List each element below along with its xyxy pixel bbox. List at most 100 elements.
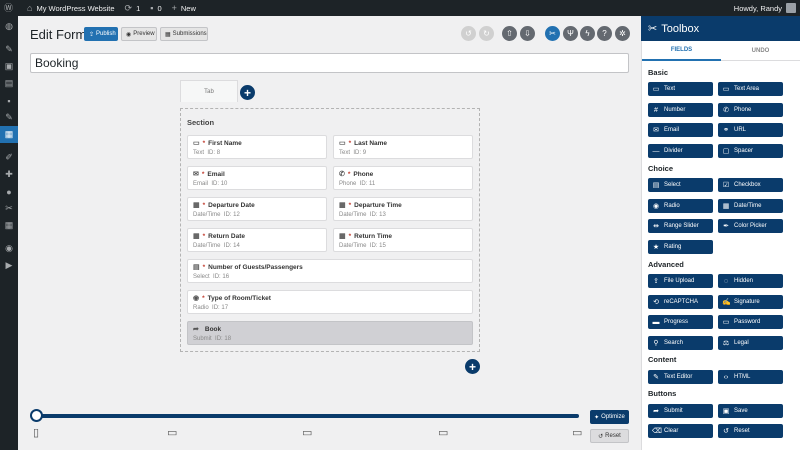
gear-icon[interactable]: ✲ <box>615 26 630 41</box>
appearance-icon[interactable]: ✐ <box>0 149 18 166</box>
tool-text[interactable]: ▭ Text <box>648 82 713 96</box>
plugins-icon[interactable]: ✚ <box>0 166 18 183</box>
tab-item[interactable]: Tab <box>180 80 238 102</box>
tool-spacer[interactable]: ▢ Spacer <box>718 144 783 158</box>
form-name-input[interactable]: Booking <box>30 53 629 73</box>
tool-reset[interactable]: ↺ Reset <box>718 424 783 438</box>
field-departure-date[interactable]: ▦ * Departure Date Date/Time ID: 12 <box>187 197 327 221</box>
field-email[interactable]: ✉ * Email Email ID: 10 <box>187 166 327 190</box>
comments-icon[interactable]: ▪ <box>0 92 18 109</box>
help-icon[interactable]: ? <box>597 26 612 41</box>
reset-width-button[interactable]: ↺ Reset <box>590 429 629 443</box>
tab-undo[interactable]: UNDO <box>721 41 800 61</box>
forms-icon[interactable]: ▦ <box>0 126 18 143</box>
site-name-link[interactable]: ⌂ My WordPress Website <box>27 3 115 13</box>
phone-icon: ✆ <box>723 107 729 114</box>
tool-html[interactable]: ‹› HTML <box>718 370 783 384</box>
upload-icon: ⇪ <box>653 278 659 285</box>
radio-icon: ◉ <box>652 203 660 210</box>
comments-link[interactable]: ▪ 0 <box>150 3 161 13</box>
play-icon[interactable]: ▶ <box>0 257 18 274</box>
tool-save[interactable]: ▣ Save <box>718 404 783 418</box>
add-section-button[interactable]: + <box>465 359 480 374</box>
tool-hidden[interactable]: ◌ Hidden <box>718 274 783 288</box>
tool-number[interactable]: # Number <box>648 103 713 117</box>
tool-select[interactable]: ▤ Select <box>648 178 713 192</box>
admin-side-menu: ◍ ✎ ▣ ▤ ▪ ✎ ▦ ✐ ✚ ● ✂ ▦ ◉ ▶ <box>0 16 18 450</box>
tool-text-area[interactable]: ▭ Text Area <box>718 82 783 96</box>
field-first-name[interactable]: ▭ * First Name Text ID: 8 <box>187 135 327 159</box>
tool-recaptcha[interactable]: ⟲ reCAPTCHA <box>648 295 713 309</box>
field-number-of-guests[interactable]: ▤ * Number of Guests/Passengers Select ID:… <box>187 259 473 283</box>
fork-icon[interactable]: Ψ <box>563 26 578 41</box>
pin-icon[interactable]: ✎ <box>0 109 18 126</box>
dashboard-icon[interactable]: ◍ <box>0 18 18 35</box>
eraser-icon: ⌫ <box>652 428 662 435</box>
laptop-icon[interactable]: ▭ <box>302 428 312 439</box>
group-buttons: Buttons <box>648 389 677 398</box>
field-book-submit[interactable]: ➦ Book Submit ID: 18 <box>187 321 473 345</box>
users-icon[interactable]: ● <box>0 183 18 200</box>
width-slider-handle[interactable] <box>30 409 43 422</box>
settings-icon[interactable]: ▦ <box>0 217 18 234</box>
tool-url[interactable]: ⚭ URL <box>718 123 783 137</box>
tool-rating[interactable]: ★ Rating <box>648 240 713 254</box>
tool-file-upload[interactable]: ⇪ File Upload <box>648 274 713 288</box>
account-menu[interactable]: Howdy, Randy <box>734 3 796 13</box>
envelope-icon: ✉ <box>193 171 199 178</box>
tool-phone[interactable]: ✆ Phone <box>718 103 783 117</box>
submissions-button[interactable]: ▦ Submissions <box>160 27 208 41</box>
tab-fields[interactable]: FIELDS <box>642 41 721 61</box>
download-icon[interactable]: ⇩ <box>520 26 535 41</box>
tool-legal[interactable]: ⚖ Legal <box>718 336 783 350</box>
tool-checkbox[interactable]: ☑ Checkbox <box>718 178 783 192</box>
tool-progress[interactable]: ▬ Progress <box>648 315 713 329</box>
mobile-icon[interactable]: ▯ <box>33 428 39 439</box>
desktop-icon[interactable]: ▭ <box>438 428 448 439</box>
field-return-date[interactable]: ▦ * Return Date Date/Time ID: 14 <box>187 228 327 252</box>
wp-logo-button[interactable]: Ⓦ <box>4 3 17 13</box>
publish-button[interactable]: ⇪ Publish <box>84 27 118 41</box>
updates-link[interactable]: ⟳ 1 <box>125 3 141 13</box>
group-content: Content <box>648 355 677 364</box>
new-content-link[interactable]: + New <box>172 3 196 13</box>
envelope-icon: ✉ <box>653 127 659 134</box>
field-last-name[interactable]: ▭ * Last Name Text ID: 9 <box>333 135 473 159</box>
field-type-of-room[interactable]: ◉ * Type of Room/Ticket Radio ID: 17 <box>187 290 473 314</box>
upload-icon[interactable]: ⇧ <box>502 26 517 41</box>
tool-color-picker[interactable]: ✒ Color Picker <box>718 219 783 233</box>
tool-email[interactable]: ✉ Email <box>648 123 713 137</box>
tool-password[interactable]: ▭ Password <box>718 315 783 329</box>
slider-icon: ⇹ <box>653 223 659 230</box>
tool-range-slider[interactable]: ⇹ Range Slider <box>648 219 713 233</box>
tool-divider[interactable]: — Divider <box>648 144 713 158</box>
tools-icon[interactable]: ✂ <box>545 26 560 41</box>
field-phone[interactable]: ✆ * Phone Phone ID: 11 <box>333 166 473 190</box>
plus-icon: + <box>468 359 476 374</box>
signature-icon: ✍ <box>722 299 731 306</box>
tool-submit[interactable]: ➦ Submit <box>648 404 713 418</box>
plugin-circle-icon[interactable]: ◉ <box>0 240 18 257</box>
tool-clear[interactable]: ⌫ Clear <box>648 424 713 438</box>
undo-icon[interactable]: ↺ <box>461 26 476 41</box>
pages-icon[interactable]: ▤ <box>0 75 18 92</box>
pin-icon[interactable]: ✎ <box>0 41 18 58</box>
tool-search[interactable]: ⚲ Search <box>648 336 713 350</box>
tool-radio[interactable]: ◉ Radio <box>648 199 713 213</box>
width-slider-track[interactable] <box>36 414 579 418</box>
field-departure-time[interactable]: ▦ * Departure Time Date/Time ID: 13 <box>333 197 473 221</box>
field-return-time[interactable]: ▦ * Return Time Date/Time ID: 15 <box>333 228 473 252</box>
media-icon[interactable]: ▣ <box>0 58 18 75</box>
tool-text-editor[interactable]: ✎ Text Editor <box>648 370 713 384</box>
bolt-icon[interactable]: ϟ <box>580 26 595 41</box>
preview-button[interactable]: ◉ Preview <box>121 27 157 41</box>
tool-signature[interactable]: ✍ Signature <box>718 295 783 309</box>
optimize-button[interactable]: ✦ Optimize <box>590 410 629 424</box>
table-icon: ▦ <box>165 31 171 38</box>
tools-icon[interactable]: ✂ <box>0 200 18 217</box>
redo-icon[interactable]: ↻ <box>479 26 494 41</box>
tablet-icon[interactable]: ▭ <box>167 428 177 439</box>
add-tab-button[interactable]: + <box>240 85 255 100</box>
monitor-icon[interactable]: ▭ <box>572 428 582 439</box>
tool-date-time[interactable]: ▦ Date/Time <box>718 199 783 213</box>
